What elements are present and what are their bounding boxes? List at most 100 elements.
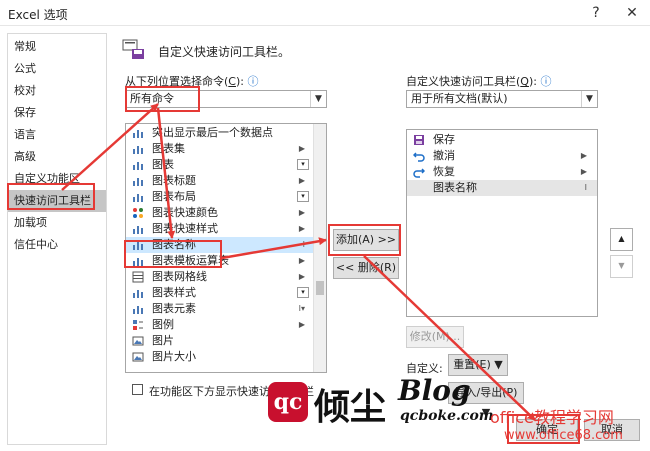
command-item[interactable]: 图片大小: [126, 349, 315, 365]
nav-item[interactable]: 信任中心: [8, 234, 106, 256]
command-item[interactable]: 图片: [126, 333, 315, 349]
command-item[interactable]: 图表标题 ▶: [126, 173, 315, 189]
nav-item[interactable]: 保存: [8, 102, 106, 124]
main-panel: 自定义快速访问工具栏。 从下列位置选择命令(C): ⓘ 所有命令 ▼ 突出显示最…: [108, 26, 650, 451]
toolbar-item-label: 恢复: [433, 165, 455, 178]
info-icon: ⓘ: [247, 75, 259, 88]
title-bar: Excel 选项 ? ✕: [0, 0, 650, 26]
command-item[interactable]: 图表 ▾: [126, 157, 315, 173]
command-label: 图表快速样式: [152, 222, 218, 235]
save-icon: [414, 135, 424, 145]
toolbar-item[interactable]: 保存: [407, 132, 597, 148]
customize-label-suffix: ):: [528, 75, 537, 88]
nav-item[interactable]: 常规: [8, 36, 106, 58]
customize-toolbar-label: 自定义快速访问工具栏(Q): ⓘ: [406, 73, 551, 89]
chart-icon: [133, 178, 143, 186]
toolbar-scope-dropdown[interactable]: 用于所有文档(默认) ▼: [406, 90, 598, 108]
choose-commands-dropdown[interactable]: 所有命令 ▼: [125, 90, 327, 108]
show-below-ribbon-checkbox[interactable]: [132, 384, 143, 395]
chevron-down-icon: ▼: [310, 91, 326, 107]
toolbar-item-label: 图表名称: [433, 181, 477, 194]
cancel-button[interactable]: 取消: [584, 419, 640, 441]
nav-item[interactable]: 自定义功能区: [8, 168, 106, 190]
command-item[interactable]: 图表网格线 ▶: [126, 269, 315, 285]
command-item[interactable]: 图表快速样式 ▶: [126, 221, 315, 237]
reset-button[interactable]: 重置(E) ▼: [448, 354, 508, 376]
command-label: 图表标题: [152, 174, 196, 187]
command-item[interactable]: 图表名称 I: [126, 237, 315, 253]
submenu-arrow-icon: ▶: [298, 320, 305, 329]
command-item[interactable]: 图表快速颜色 ▶: [126, 205, 315, 221]
help-button[interactable]: ?: [586, 3, 606, 23]
picture-icon: [132, 336, 144, 346]
submenu-arrow-icon: ▶: [298, 176, 305, 185]
submenu-arrow-icon: ▶: [298, 256, 305, 265]
redo-icon: [413, 168, 425, 178]
nav-item[interactable]: 校对: [8, 80, 106, 102]
nav-item[interactable]: 加载项: [8, 212, 106, 234]
command-label: 图表元素: [152, 302, 196, 315]
command-item[interactable]: 图例 ▶: [126, 317, 315, 333]
show-below-ribbon-label: 在功能区下方显示快速访问工具栏: [149, 385, 314, 398]
nav-item[interactable]: 高级: [8, 146, 106, 168]
toolbar-item[interactable]: 图表名称 I: [407, 180, 597, 196]
submenu-arrow-icon: ▶: [298, 224, 305, 233]
chart-icon: [133, 306, 143, 314]
ok-button[interactable]: 确定: [516, 419, 578, 441]
nav-item[interactable]: 语言: [8, 124, 106, 146]
dropdown-marker-icon: ▾: [297, 287, 309, 298]
palette-icon: [133, 208, 143, 218]
command-item[interactable]: 图表模板运算表 ▶: [126, 253, 315, 269]
close-button[interactable]: ✕: [622, 3, 642, 23]
toolbar-list-items: 保存 撤消 ▶ 恢复 ▶ 图表名称 I: [407, 132, 597, 196]
nav-item[interactable]: 公式: [8, 58, 106, 80]
submenu-arrow-icon: ▶: [298, 208, 305, 217]
scrollbar-thumb[interactable]: [316, 281, 324, 295]
command-label: 图表布局: [152, 190, 196, 203]
window-title: Excel 选项: [8, 8, 68, 22]
command-item[interactable]: 突出显示最后一个数据点: [126, 125, 315, 141]
commands-scrollbar[interactable]: [313, 124, 326, 372]
text-cursor-icon: I▾: [298, 304, 305, 313]
toolbar-item-label: 撤消: [433, 149, 455, 162]
panel-header: 自定义快速访问工具栏。: [116, 34, 636, 62]
info-icon: ⓘ: [540, 75, 552, 88]
dropdown-marker-icon: ▾: [297, 159, 309, 170]
toolbar-commands-list[interactable]: 保存 撤消 ▶ 恢复 ▶ 图表名称 I: [406, 129, 598, 317]
command-item[interactable]: 图表集 ▶: [126, 141, 315, 157]
nav-item[interactable]: 快速访问工具栏: [8, 190, 106, 212]
command-item[interactable]: 图表样式 ▾: [126, 285, 315, 301]
undo-icon: [413, 152, 425, 162]
command-label: 图例: [152, 318, 174, 331]
remove-button[interactable]: << 删除(R): [333, 257, 399, 279]
legend-icon: [133, 320, 143, 330]
move-up-button[interactable]: ▲: [610, 228, 633, 251]
command-label: 图表名称: [152, 238, 196, 251]
options-nav: 常规 公式 校对 保存 语言 高级 自定义功能区 快速访问工具栏 加载项 信任中心: [7, 33, 107, 445]
import-export-button[interactable]: 导入/导出(P) ▼: [448, 382, 524, 419]
chart-icon: [133, 226, 143, 234]
chart-icon: [133, 194, 143, 202]
chart-icon: [133, 162, 143, 170]
command-label: 图表网格线: [152, 270, 207, 283]
commands-list[interactable]: 突出显示最后一个数据点 图表集 ▶ 图表 ▾ 图表标题 ▶ 图表布局 ▾ 图表快速颜色 ▶ 图表快速样…: [125, 123, 327, 373]
command-label: 图表: [152, 158, 174, 171]
panel-title: 自定义快速访问工具栏。: [158, 45, 291, 59]
picture-icon: [132, 352, 144, 362]
chart-icon: [133, 146, 143, 154]
choose-label-prefix: 从下列位置选择命令(: [125, 75, 229, 88]
move-down-button[interactable]: ▼: [610, 255, 633, 278]
add-button[interactable]: 添加(A) >>: [333, 229, 399, 251]
command-item[interactable]: 图表布局 ▾: [126, 189, 315, 205]
toolbar-item[interactable]: 恢复 ▶: [407, 164, 597, 180]
choose-label-key: C: [228, 75, 236, 88]
modify-button[interactable]: 修改(M)...: [406, 326, 464, 348]
grid-icon: [132, 271, 144, 283]
command-label: 图表快速颜色: [152, 206, 218, 219]
command-label: 图片: [152, 334, 174, 347]
choose-commands-label: 从下列位置选择命令(C): ⓘ: [125, 73, 258, 89]
toolbar-scope-value: 用于所有文档(默认): [411, 92, 508, 105]
command-item[interactable]: 图表元素 I▾: [126, 301, 315, 317]
command-label: 突出显示最后一个数据点: [152, 126, 273, 139]
toolbar-item[interactable]: 撤消 ▶: [407, 148, 597, 164]
